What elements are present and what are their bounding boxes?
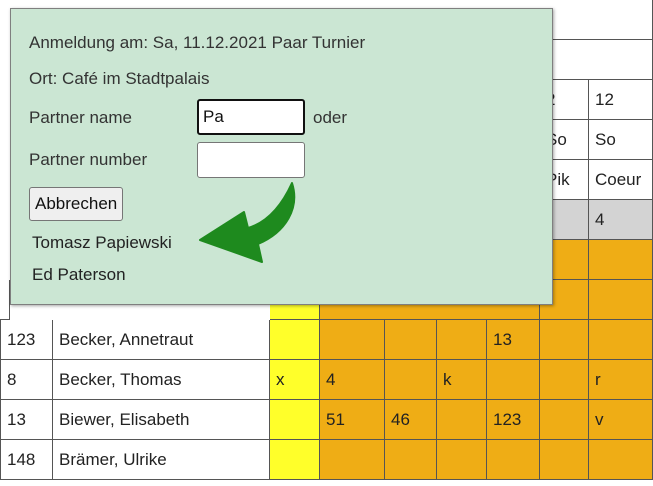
- curved-arrow-icon: [199, 182, 296, 263]
